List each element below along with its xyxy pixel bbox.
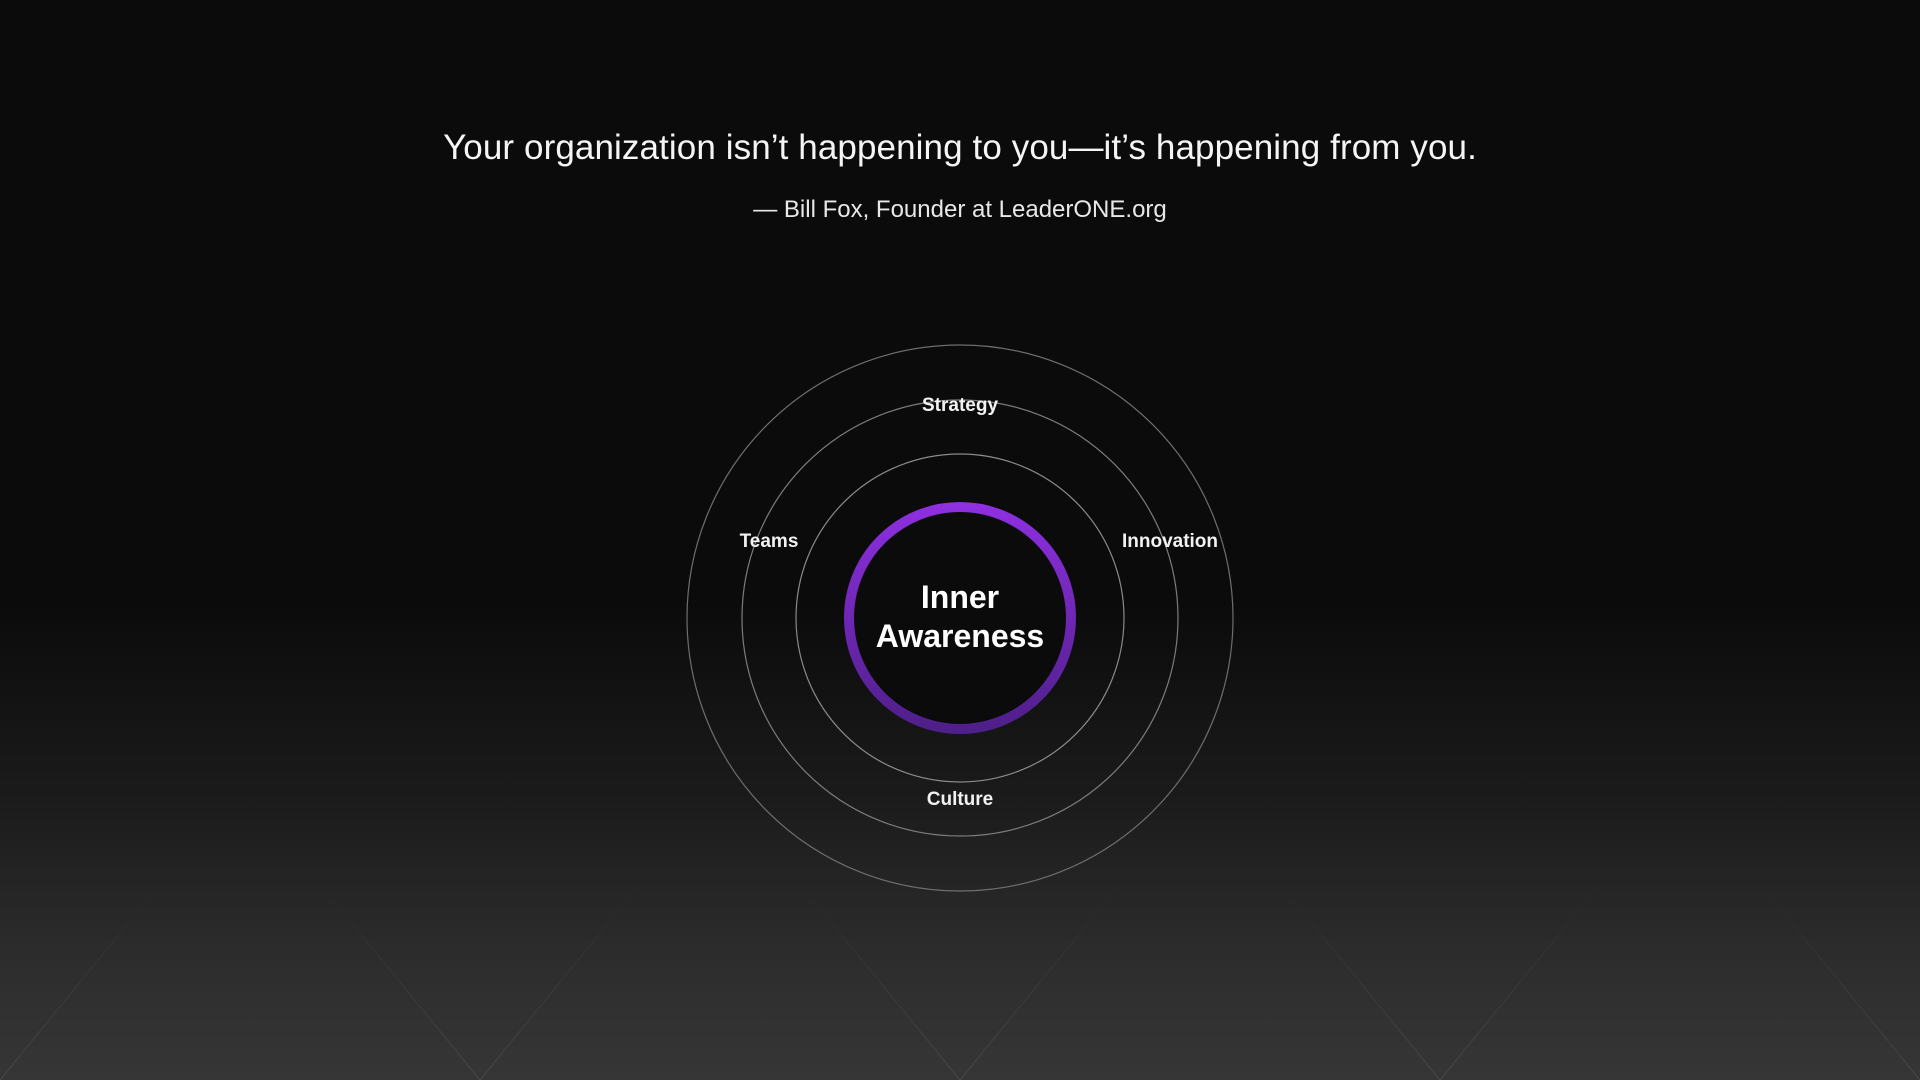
- core-label-line1: Inner: [921, 579, 999, 615]
- core-label-line2: Awareness: [876, 618, 1044, 654]
- concentric-diagram: Inner Awareness Strategy Teams Innovatio…: [686, 344, 1234, 892]
- quote-attribution: — Bill Fox, Founder at LeaderONE.org: [753, 196, 1167, 223]
- label-innovation: Innovation: [1122, 531, 1218, 552]
- quote-text: Your organization isn’t happening to you…: [443, 128, 1477, 167]
- label-culture: Culture: [927, 789, 994, 810]
- label-strategy: Strategy: [922, 395, 998, 416]
- label-teams: Teams: [740, 531, 799, 552]
